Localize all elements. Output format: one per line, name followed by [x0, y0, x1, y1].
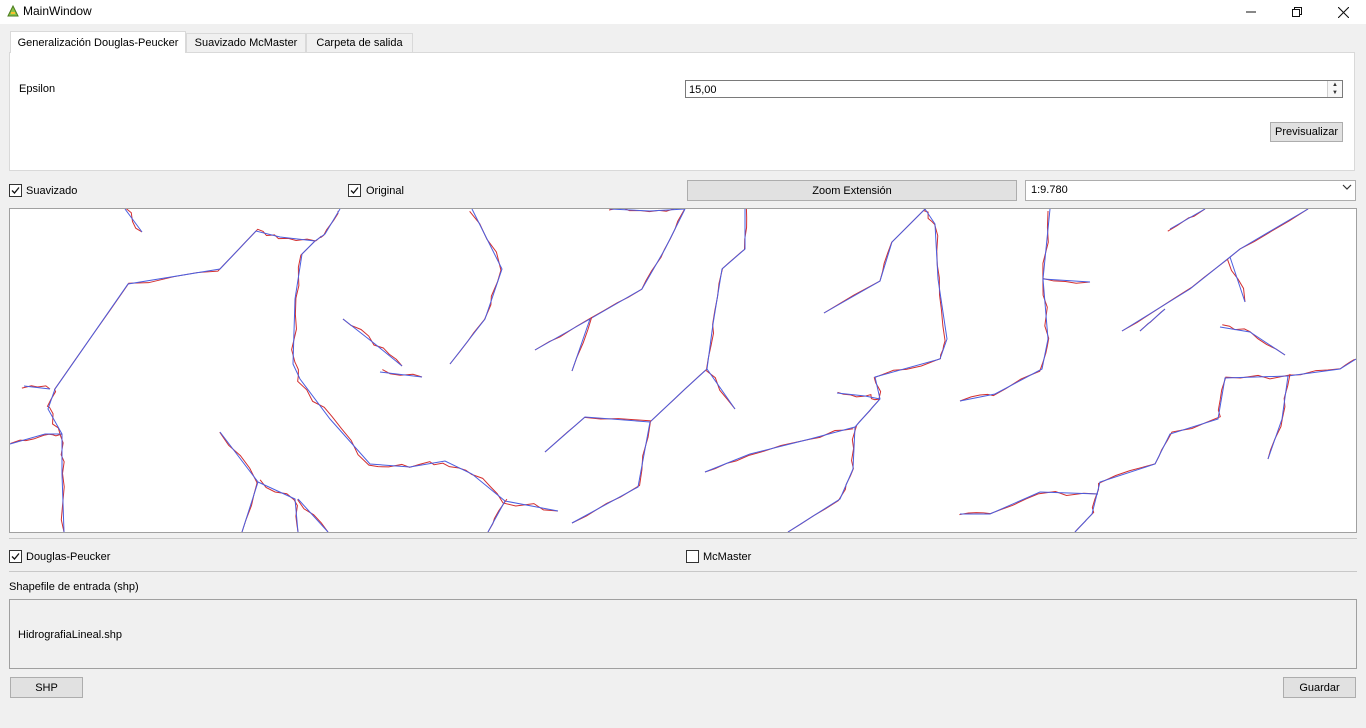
- close-icon: [1337, 6, 1349, 18]
- scale-combobox[interactable]: [1025, 180, 1356, 201]
- divider: [9, 571, 1357, 572]
- generalized-stream-line: [704, 426, 856, 473]
- generalized-stream-line: [449, 209, 503, 365]
- douglas-label: Douglas-Peucker: [26, 551, 111, 563]
- original-label: Original: [366, 185, 404, 197]
- check-icon: [11, 187, 20, 194]
- original-stream-line: [571, 209, 748, 524]
- generalized-stream-line: [571, 209, 746, 524]
- generalized-stream-line: [544, 416, 651, 453]
- generalized-stream-line: [959, 209, 1051, 402]
- original-stream-line: [823, 209, 926, 314]
- generalized-stream-line: [960, 491, 1099, 515]
- smoothed-checkbox[interactable]: [9, 184, 22, 197]
- generalized-stream-line: [609, 209, 686, 212]
- generalized-stream-line: [823, 209, 926, 314]
- window-title: MainWindow: [23, 4, 92, 18]
- generalized-stream-line: [1169, 209, 1206, 230]
- generalized-stream-line: [219, 431, 259, 532]
- divider: [9, 538, 1357, 539]
- mcmaster-checkbox[interactable]: [686, 550, 699, 563]
- original-stream-line: [219, 431, 258, 532]
- original-checkbox[interactable]: [348, 184, 361, 197]
- original-stream-line: [959, 491, 1099, 516]
- generalized-stream-line: [1121, 209, 1309, 332]
- generalized-stream-line: [787, 209, 948, 532]
- generalized-stream-line: [534, 209, 686, 351]
- app-icon: [7, 4, 19, 17]
- original-stream-line: [291, 240, 559, 512]
- close-button[interactable]: [1320, 0, 1366, 24]
- tab-output-folder[interactable]: Carpeta de salida: [306, 33, 413, 52]
- original-stream-line: [259, 479, 299, 532]
- epsilon-value[interactable]: 15,00: [689, 84, 717, 96]
- generalized-stream-line: [836, 392, 881, 400]
- save-button[interactable]: Guardar: [1283, 677, 1356, 698]
- generalized-stream-line: [1267, 375, 1289, 460]
- spin-up-icon[interactable]: ▲: [1328, 81, 1342, 89]
- spin-down-icon[interactable]: ▼: [1328, 89, 1342, 97]
- zoom-extent-button[interactable]: Zoom Extensión: [687, 180, 1017, 201]
- check-icon: [11, 553, 20, 560]
- generalized-stream-line: [487, 500, 506, 532]
- original-stream-line: [1121, 209, 1309, 332]
- original-stream-line: [544, 416, 652, 453]
- tab-panel: [9, 52, 1355, 171]
- original-stream-line: [787, 210, 946, 532]
- generalized-stream-line: [706, 368, 736, 410]
- file-name: HidrografiaLineal.shp: [18, 629, 122, 641]
- generalized-stream-line: [342, 318, 403, 367]
- scale-value: 1:9.780: [1031, 184, 1068, 196]
- minimize-icon: [1246, 11, 1256, 13]
- input-label: Shapefile de entrada (shp): [9, 581, 139, 593]
- spin-buttons: ▲ ▼: [1327, 81, 1342, 97]
- restore-icon: [1292, 7, 1302, 17]
- chevron-down-icon[interactable]: [1342, 182, 1352, 194]
- restore-button[interactable]: [1274, 0, 1320, 24]
- generalized-stream-line: [257, 481, 299, 532]
- preview-button[interactable]: Previsualizar: [1270, 122, 1343, 142]
- mcmaster-label: McMaster: [703, 551, 752, 563]
- original-stream-line: [534, 209, 685, 351]
- smoothed-label: Suavizado: [26, 185, 78, 197]
- shp-button[interactable]: SHP: [10, 677, 83, 698]
- generalized-stream-line: [292, 240, 559, 512]
- original-stream-line: [1074, 358, 1356, 532]
- generalized-stream-line: [571, 318, 591, 372]
- map-lines[interactable]: [10, 209, 1356, 532]
- original-stream-line: [704, 428, 854, 473]
- generalized-stream-line: [1219, 326, 1286, 356]
- file-display: [9, 599, 1357, 669]
- epsilon-spinbox[interactable]: [685, 80, 1343, 98]
- epsilon-label: Epsilon: [19, 83, 56, 95]
- original-stream-line: [449, 211, 502, 365]
- generalized-stream-line: [124, 209, 143, 233]
- generalized-stream-line: [1074, 358, 1356, 532]
- tab-mcmaster[interactable]: Suavizado McMaster: [186, 33, 306, 52]
- title-bar: [0, 0, 1366, 24]
- original-stream-line: [46, 210, 339, 532]
- douglas-checkbox[interactable]: [9, 550, 22, 563]
- map-canvas[interactable]: [9, 208, 1357, 533]
- check-icon: [350, 187, 359, 194]
- tab-douglas-peucker[interactable]: Generalización Douglas-Peucker: [10, 31, 186, 53]
- minimize-button[interactable]: [1228, 0, 1274, 24]
- generalized-stream-line: [379, 371, 423, 378]
- generalized-stream-line: [297, 498, 329, 532]
- generalized-stream-line: [1229, 256, 1246, 303]
